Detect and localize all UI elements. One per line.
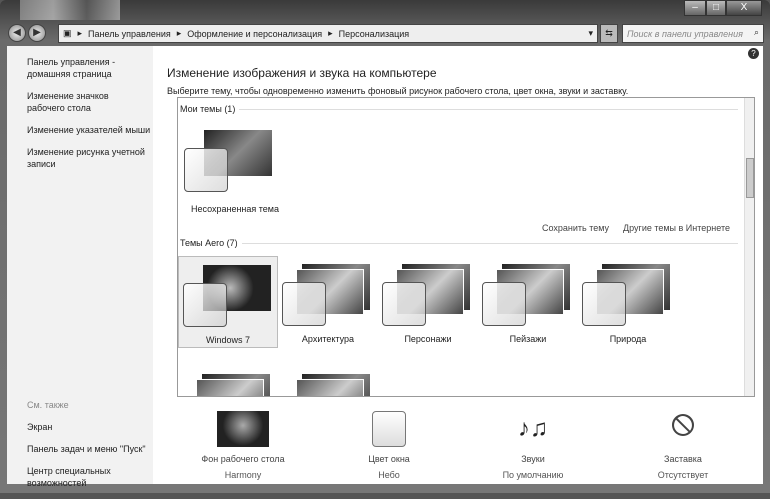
bottom-value: Небо bbox=[378, 470, 400, 480]
my-themes-group: Мои темы (1) bbox=[178, 104, 738, 114]
bottom-label: Фон рабочего стола bbox=[201, 454, 285, 464]
bottom-label: Заставка bbox=[664, 454, 702, 464]
help-icon[interactable]: ? bbox=[748, 48, 759, 59]
sidebar-link-ease-of-access[interactable]: Центр специальных возможностей bbox=[27, 465, 122, 489]
save-theme-link[interactable]: Сохранить тему bbox=[542, 223, 609, 233]
breadcrumb-separator-icon: ▸ bbox=[328, 28, 333, 38]
window-controls: ‒ □ X bbox=[684, 0, 762, 16]
search-placeholder: Поиск в панели управления bbox=[627, 29, 743, 39]
control-panel-icon: ▣ bbox=[63, 28, 72, 38]
theme-unsaved[interactable]: Несохраненная тема bbox=[180, 122, 280, 218]
breadcrumb-separator-icon: ▸ bbox=[77, 28, 83, 38]
desktop-background-button[interactable]: Фон рабочего стола Harmony bbox=[183, 410, 303, 480]
scrollbar[interactable] bbox=[744, 98, 754, 396]
sounds-button[interactable]: ♪♫ Звуки По умолчанию bbox=[473, 410, 593, 480]
sidebar-link-taskbar[interactable]: Панель задач и меню "Пуск" bbox=[27, 443, 147, 455]
search-icon[interactable]: ⌕ bbox=[754, 27, 759, 38]
theme-item[interactable] bbox=[278, 366, 378, 396]
bottom-value: Harmony bbox=[224, 470, 262, 480]
theme-label: Несохраненная тема bbox=[190, 204, 280, 214]
aero-themes-heading: Темы Aero (7) bbox=[180, 238, 238, 248]
sounds-icon: ♪♫ bbox=[518, 415, 548, 442]
window-color-button[interactable]: Цвет окна Небо bbox=[329, 410, 449, 480]
refresh-button[interactable]: ⇆ bbox=[600, 24, 618, 43]
desktop-background-icon bbox=[217, 411, 269, 447]
dropdown-arrow-icon[interactable]: ▾ bbox=[588, 28, 593, 39]
scrollbar-thumb[interactable] bbox=[746, 158, 754, 198]
aero-themes-group: Темы Aero (7) bbox=[178, 238, 738, 248]
theme-architecture[interactable]: Архитектура bbox=[278, 256, 378, 348]
theme-label: Персонажи bbox=[404, 334, 452, 344]
page-title: Изменение изображения и звука на компьют… bbox=[167, 66, 437, 80]
window-color-swatch bbox=[184, 148, 228, 192]
theme-list: Мои темы (1) Несохраненная тема Сохранит… bbox=[177, 97, 755, 397]
screen-saver-button[interactable]: 🛇 Заставка Отсутствует bbox=[623, 410, 743, 481]
sidebar-link-account-picture[interactable]: Изменение рисунка учетной записи bbox=[27, 146, 152, 170]
sidebar: Панель управления - домашняя страница Из… bbox=[7, 46, 153, 488]
close-button[interactable]: X bbox=[726, 0, 762, 16]
sidebar-link-mouse-pointers[interactable]: Изменение указателей мыши bbox=[27, 124, 153, 136]
my-themes-heading: Мои темы (1) bbox=[180, 104, 236, 114]
sidebar-link-home[interactable]: Панель управления - домашняя страница bbox=[27, 56, 127, 80]
title-bar bbox=[20, 0, 120, 20]
theme-label: Природа bbox=[609, 334, 647, 344]
theme-windows-7[interactable]: Windows 7 bbox=[178, 256, 278, 348]
sidebar-link-desktop-icons[interactable]: Изменение значков рабочего стола bbox=[27, 90, 122, 114]
theme-landscapes[interactable]: Пейзажи bbox=[478, 256, 578, 348]
forward-button[interactable]: ▶ bbox=[28, 24, 46, 42]
window-color-icon bbox=[372, 411, 406, 447]
bottom-label: Цвет окна bbox=[368, 454, 410, 464]
screen-saver-icon: 🛇 bbox=[670, 412, 696, 440]
sidebar-link-display[interactable]: Экран bbox=[27, 421, 147, 433]
theme-label: Пейзажи bbox=[509, 334, 547, 344]
theme-label: Архитектура bbox=[301, 334, 355, 344]
page-subtitle: Выберите тему, чтобы одновременно измени… bbox=[167, 86, 629, 96]
minimize-button[interactable]: ‒ bbox=[684, 0, 706, 16]
main-panel: ? Изменение изображения и звука на компь… bbox=[153, 46, 763, 484]
see-also-heading: См. также bbox=[27, 400, 69, 410]
breadcrumb-separator-icon: ▸ bbox=[176, 28, 182, 38]
breadcrumb-personalization[interactable]: Персонализация bbox=[339, 29, 410, 39]
address-bar[interactable]: ▣ ▸ Панель управления ▸ Оформление и пер… bbox=[58, 24, 598, 43]
bottom-value: Отсутствует bbox=[657, 470, 709, 480]
bottom-label: Звуки bbox=[521, 454, 545, 464]
more-themes-online-link[interactable]: Другие темы в Интернете bbox=[623, 223, 730, 233]
theme-characters[interactable]: Персонажи bbox=[378, 256, 478, 348]
breadcrumb-control-panel[interactable]: Панель управления bbox=[88, 29, 171, 39]
theme-label: Windows 7 bbox=[205, 335, 250, 345]
bottom-value: По умолчанию bbox=[502, 470, 564, 480]
breadcrumb-appearance[interactable]: Оформление и персонализация bbox=[187, 29, 322, 39]
search-input[interactable]: Поиск в панели управления ⌕ bbox=[622, 24, 764, 43]
back-button[interactable]: ◀ bbox=[8, 24, 26, 42]
maximize-button[interactable]: □ bbox=[706, 0, 726, 16]
theme-nature[interactable]: Природа bbox=[578, 256, 678, 348]
theme-item[interactable] bbox=[178, 366, 278, 396]
